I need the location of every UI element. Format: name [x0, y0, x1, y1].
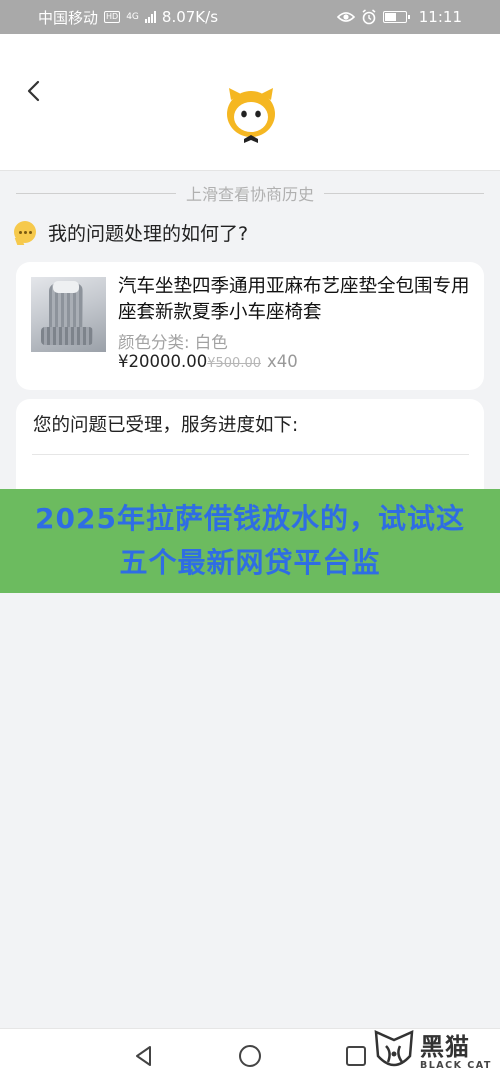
- history-label: 上滑查看协商历史: [186, 185, 315, 204]
- clock-time: 11:11: [418, 8, 462, 26]
- black-cat-logo-icon: [374, 1030, 414, 1067]
- history-divider[interactable]: 上滑查看协商历史: [16, 182, 485, 204]
- carrier-name: 中国移动: [38, 8, 99, 27]
- chevron-left-icon: [27, 80, 40, 102]
- question-row: 我的问题处理的如何了?: [14, 218, 248, 246]
- back-button[interactable]: [20, 76, 46, 106]
- product-price: ¥20000.00: [118, 352, 208, 371]
- product-quantity: x40: [267, 352, 298, 371]
- divider-line-right: [324, 192, 485, 194]
- progress-divider: [32, 454, 469, 455]
- header: [0, 34, 500, 171]
- seat-base-shape: [41, 327, 93, 345]
- product-thumbnail[interactable]: [31, 277, 106, 352]
- progress-card: 您的问题已受理，服务进度如下:: [16, 399, 484, 499]
- divider-line-left: [16, 192, 176, 194]
- status-right: 11:11: [336, 8, 462, 26]
- mascot-logo-icon: [227, 88, 275, 143]
- network-speed: 8.07K/s: [161, 8, 219, 26]
- circle-home-icon[interactable]: [237, 1043, 263, 1069]
- network-type: 4G: [126, 11, 139, 22]
- eye-icon: [336, 12, 355, 22]
- signal-icon: [144, 11, 156, 23]
- watermark: 黑猫 BLACK CAT: [372, 1025, 496, 1079]
- watermark-text: 黑猫 BLACK CAT: [420, 1034, 492, 1071]
- status-left: 中国移动 HD 4G 8.07K/s: [38, 7, 218, 28]
- battery-icon: [382, 11, 410, 23]
- product-original-price: ¥500.00: [207, 356, 261, 371]
- chat-bubble-icon: [14, 221, 36, 243]
- watermark-brand-cn: 黑猫: [420, 1032, 470, 1061]
- nav-bar: 黑猫 BLACK CAT: [0, 1028, 500, 1083]
- seat-pillow-shape: [53, 281, 79, 293]
- product-title: 汽车坐垫四季通用亚麻布艺座垫全包围专用座套新款夏季小车座椅套: [118, 276, 470, 323]
- triangle-back-icon[interactable]: [131, 1043, 157, 1069]
- square-recent-icon[interactable]: [343, 1043, 369, 1069]
- progress-text: 您的问题已受理，服务进度如下:: [33, 415, 299, 436]
- hd-badge: HD: [104, 11, 121, 23]
- status-bar: 中国移动 HD 4G 8.07K/s 11:11: [0, 0, 500, 34]
- product-card[interactable]: 汽车坐垫四季通用亚麻布艺座垫全包围专用座套新款夏季小车座椅套 颜色分类: 白色 …: [16, 262, 484, 390]
- watermark-brand-en: BLACK CAT: [420, 1059, 492, 1071]
- alarm-icon: [362, 9, 376, 25]
- question-text: 我的问题处理的如何了?: [48, 222, 249, 245]
- banner-text: 2025年拉萨借钱放水的，试试这五个最新网贷平台监: [35, 502, 465, 579]
- overlay-banner: 2025年拉萨借钱放水的，试试这五个最新网贷平台监: [0, 489, 500, 593]
- product-variant: 颜色分类: 白色: [118, 333, 228, 352]
- product-price-row: ¥20000.00 ¥500.00 x40: [118, 352, 298, 371]
